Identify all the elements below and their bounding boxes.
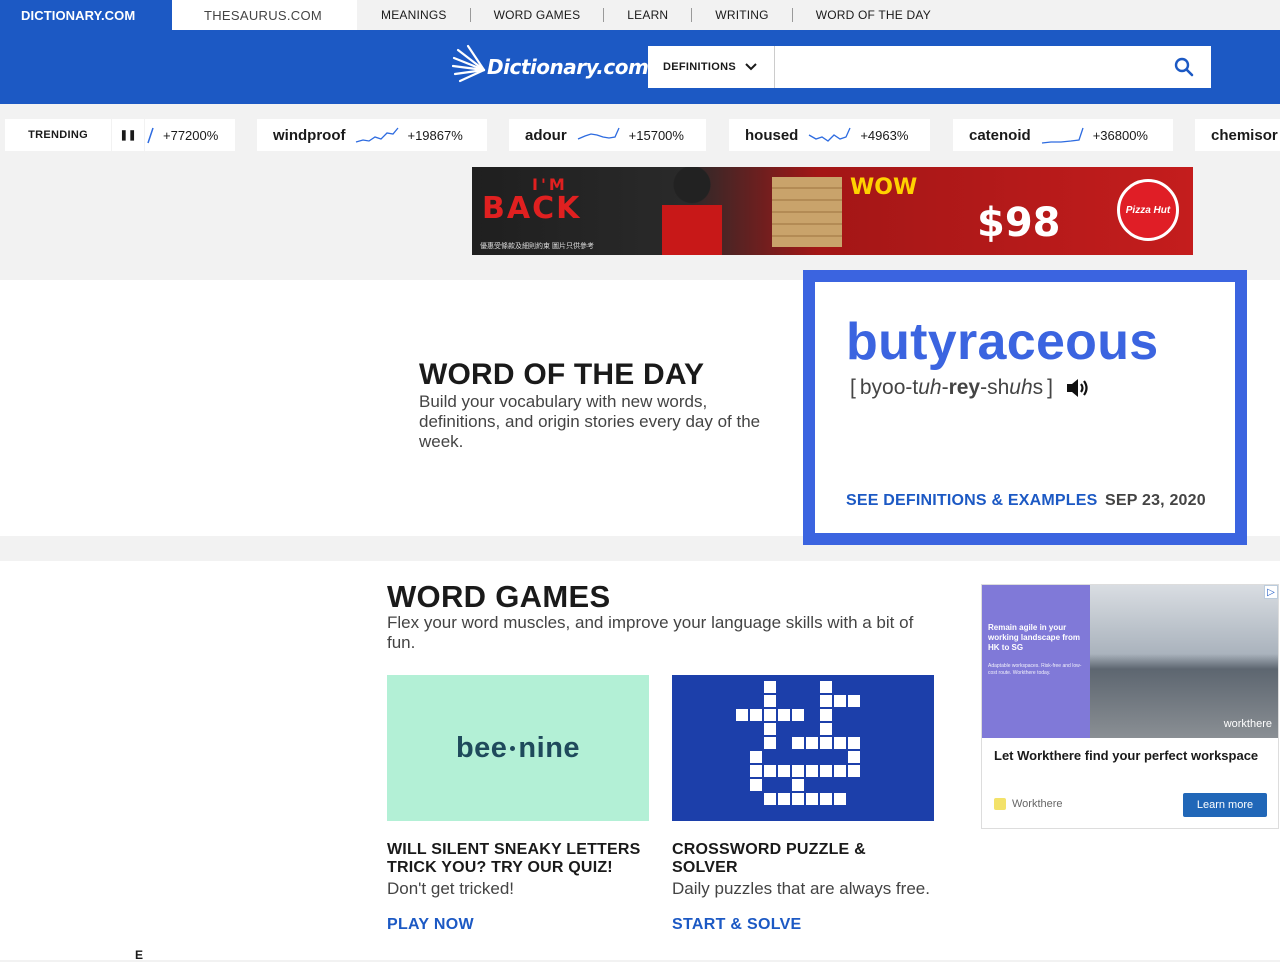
side-ad-headline[interactable]: Let Workthere find your perfect workspac…: [994, 748, 1258, 763]
bee-nine-logo: bee nine: [456, 732, 580, 765]
game-card-bee-nine[interactable]: bee nine WILL SILENT SNEAKY LETTERS TRICK…: [387, 675, 649, 899]
start-solve-link[interactable]: START & SOLVE: [672, 916, 802, 934]
wotd-date: SEP 23, 2020: [1105, 492, 1206, 509]
pause-icon: ❚❚: [119, 129, 137, 141]
side-ad-brand: Workthere: [994, 798, 1063, 810]
logo-rays-icon: [451, 44, 486, 83]
nav-writing[interactable]: WRITING: [692, 8, 793, 22]
trending-item[interactable]: chemisor: [1195, 119, 1280, 151]
pron-part: uh: [918, 376, 942, 399]
search-button[interactable]: [1157, 46, 1211, 88]
speaker-icon[interactable]: [1065, 376, 1091, 400]
ad-wow: WOW: [850, 175, 918, 200]
dictionary-tab[interactable]: DICTIONARY.COM: [0, 0, 172, 30]
play-now-link[interactable]: PLAY NOW: [387, 916, 474, 934]
side-ad-image[interactable]: Remain agile in your working landscape f…: [982, 585, 1278, 738]
sparkline-icon: [577, 127, 620, 140]
ad-banner[interactable]: I'M BACK 優惠受條款及細則約束 圖片只供參考 WOW $98 Pizza…: [472, 167, 1193, 255]
workthere-logo-icon: [994, 798, 1006, 810]
pron-part: uh: [1009, 376, 1033, 399]
see-definitions-link[interactable]: SEE DEFINITIONS & EXAMPLES: [846, 492, 1097, 510]
trending-item[interactable]: adour +15700%: [509, 119, 706, 151]
trending-word: catenoid: [969, 126, 1031, 144]
logo-text: Dictionary.com: [487, 55, 649, 79]
trending-pct: +36800%: [1092, 127, 1148, 143]
thesaurus-tab[interactable]: THESAURUS.COM: [172, 0, 357, 30]
game-subtitle: Don't get tricked!: [387, 879, 515, 898]
side-ad[interactable]: Remain agile in your working landscape f…: [981, 584, 1279, 829]
pron-part: s: [1032, 376, 1044, 399]
top-nav: DICTIONARY.COM THESAURUS.COM MEANINGS WO…: [0, 0, 1280, 30]
pron-part: byoo-t: [859, 376, 919, 399]
search-mode-label: DEFINITIONS: [663, 61, 736, 73]
site-logo[interactable]: Dictionary.com: [451, 44, 649, 88]
trending-pct: +77200%: [163, 127, 219, 143]
word-games-heading: WORD GAMES: [387, 579, 611, 614]
nav-word-games[interactable]: WORD GAMES: [471, 8, 605, 22]
search-bar: DEFINITIONS: [648, 46, 1211, 88]
game-card-crossword[interactable]: CROSSWORD PUZZLE & SOLVER Daily puzzles …: [672, 675, 934, 899]
search-input[interactable]: [775, 46, 1157, 88]
crossword-grid-icon: [734, 680, 862, 807]
trending-word: housed: [745, 126, 799, 144]
game-subtitle: Daily puzzles that are always free.: [672, 879, 930, 898]
game-title[interactable]: WILL SILENT SNEAKY LETTERS TRICK YOU? TR…: [387, 841, 649, 877]
nav-meanings[interactable]: MEANINGS: [381, 8, 471, 22]
trending-item[interactable]: +77200%: [145, 119, 235, 151]
pron-part: -sh: [980, 376, 1010, 399]
nav-links: MEANINGS WORD GAMES LEARN WRITING WORD O…: [357, 0, 954, 30]
side-ad-image-brand: workthere: [1223, 718, 1272, 730]
side-ad-fine-print: Adaptable workspaces. Risk-free and low-…: [988, 663, 1082, 676]
side-ad-copy-text: Remain agile in your working landscape f…: [988, 623, 1081, 652]
side-ad-brand-text: Workthere: [1012, 798, 1063, 810]
trending-pct: +15700%: [628, 127, 684, 143]
wotd-description: Build your vocabulary with new words, de…: [419, 392, 761, 451]
ad-rider-image: [662, 167, 722, 255]
learn-more-button[interactable]: Learn more: [1183, 793, 1267, 817]
wotd-pronunciation: [ byoo-t uh - rey -sh uh s ]: [846, 376, 1091, 400]
nav-learn[interactable]: LEARN: [604, 8, 693, 22]
sparkline-icon: [1041, 127, 1084, 144]
trending-item[interactable]: windproof +19867%: [257, 119, 487, 151]
trending-word: windproof: [273, 126, 346, 144]
pizza-hut-logo: Pizza Hut: [1117, 179, 1179, 241]
site-header: Dictionary.com DEFINITIONS: [0, 30, 1280, 104]
bee-nine-logo-a: bee: [455, 731, 508, 764]
bee-nine-logo-b: nine: [518, 731, 581, 764]
trending-word: adour: [525, 126, 567, 144]
ad-fine-print: 優惠受條款及細則約束 圖片只供參考: [480, 243, 594, 250]
sparkline-icon: [809, 127, 851, 142]
wotd-card: butyraceous [ byoo-t uh - rey -sh uh s ] SEE D…: [803, 270, 1247, 545]
search-icon: [1174, 57, 1194, 77]
trending-item[interactable]: housed +4963%: [729, 119, 930, 151]
trending-word: chemisor: [1211, 126, 1278, 144]
ad-back: BACK: [482, 191, 582, 226]
game-title[interactable]: CROSSWORD PUZZLE & SOLVER: [672, 841, 934, 877]
trending-pct: +19867%: [407, 127, 463, 143]
crossword-image[interactable]: [672, 675, 934, 821]
ad-headline: I'M BACK: [482, 175, 581, 224]
pause-button[interactable]: ❚❚: [112, 119, 144, 151]
side-ad-copy: Remain agile in your working landscape f…: [982, 585, 1090, 738]
adchoices-icon[interactable]: ▷: [1264, 585, 1278, 599]
bee-nine-image[interactable]: bee nine: [387, 675, 649, 821]
sparkline-icon: [356, 127, 399, 143]
ad-price: $98: [977, 200, 1061, 246]
word-games-description: Flex your word muscles, and improve your…: [387, 613, 914, 652]
chevron-down-icon: [745, 63, 757, 71]
trending-bar: TRENDING ❚❚ +77200% windproof +19867% ad…: [0, 104, 1280, 166]
wotd-word[interactable]: butyraceous: [846, 312, 1159, 372]
trending-pct: +4963%: [860, 127, 909, 143]
nav-word-of-the-day[interactable]: WORD OF THE DAY: [793, 8, 954, 22]
office-photo: workthere: [1090, 585, 1278, 738]
wotd-heading: WORD OF THE DAY: [419, 358, 705, 391]
pron-part: -: [941, 376, 949, 399]
trending-item[interactable]: catenoid +36800%: [953, 119, 1173, 151]
pron-stress: rey: [948, 376, 981, 399]
trending-label: TRENDING: [5, 119, 111, 151]
sparkline-icon: [147, 127, 154, 144]
ad-pizza-boxes-image: [772, 177, 842, 247]
search-mode-dropdown[interactable]: DEFINITIONS: [648, 46, 775, 88]
